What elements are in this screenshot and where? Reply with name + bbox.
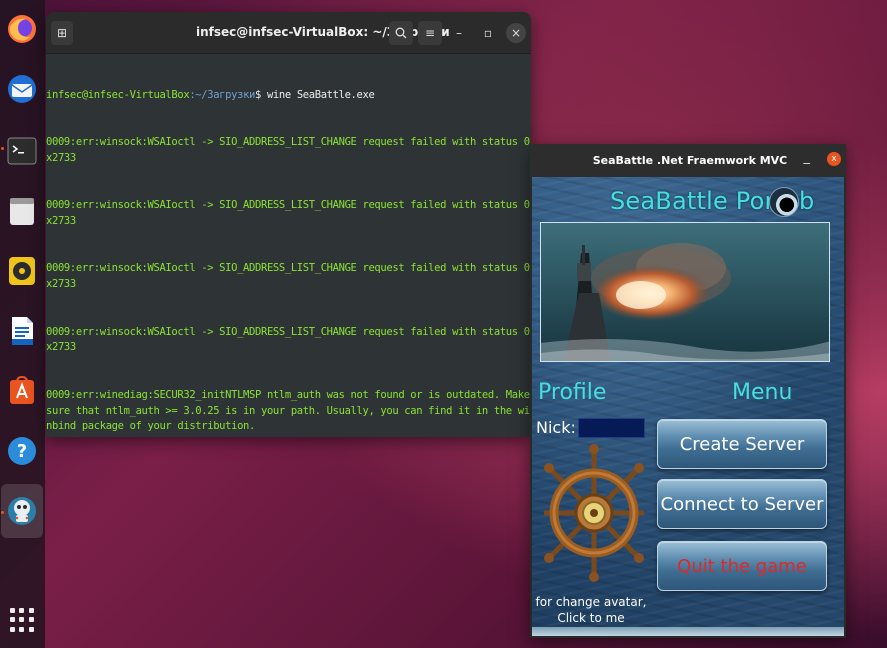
terminal-line: 0009:err:winsock:WSAIoctl -> SIO_ADDRESS… xyxy=(46,199,530,227)
terminal-icon[interactable] xyxy=(5,134,39,168)
close-icon[interactable]: × xyxy=(506,23,526,43)
search-icon[interactable] xyxy=(389,21,413,45)
terminal-output[interactable]: infsec@infsec-VirtualBox:~/Загрузки$ win… xyxy=(46,54,531,437)
wine-app-icon[interactable] xyxy=(5,494,39,528)
terminal-line: 0009:err:winsock:WSAIoctl -> SIO_ADDRESS… xyxy=(46,135,530,164)
terminal-line: 0009:err:winediag:SECUR32_initNTLMSP ntl… xyxy=(46,388,530,433)
seabattle-window-title: SeaBattle .Net Fraemwork MVC xyxy=(592,154,788,167)
rhythmbox-icon[interactable] xyxy=(5,254,39,288)
prompt-command: $ wine SeaBattle.exe xyxy=(255,88,375,101)
terminal-prompt-line: infsec@infsec-VirtualBox:~/Загрузки$ win… xyxy=(46,88,531,104)
seabattle-window[interactable]: SeaBattle .Net Fraemwork MVC _ x SeaBatt… xyxy=(530,144,846,638)
firefox-icon[interactable] xyxy=(5,12,39,46)
avatar-hint-line1: for change avatar, xyxy=(535,595,647,609)
prompt-user: infsec@infsec-VirtualBox xyxy=(46,88,190,101)
ship-wheel-avatar[interactable] xyxy=(532,443,663,591)
profile-label: Profile xyxy=(538,380,607,405)
help-icon[interactable]: ? xyxy=(5,434,39,468)
new-tab-icon[interactable]: ⊞ xyxy=(51,21,73,45)
create-server-button[interactable]: Create Server xyxy=(657,419,827,469)
prompt-path: :~/Загрузки xyxy=(189,88,256,101)
thunderbird-icon[interactable] xyxy=(5,72,39,106)
avatar-hint[interactable]: for change avatar, Click to me xyxy=(532,594,650,626)
close-icon[interactable]: x xyxy=(827,152,841,166)
minimize-icon[interactable]: _ xyxy=(804,150,811,165)
ubuntu-dock: ? xyxy=(0,0,45,648)
seabattle-client-area: SeaBattle Portab Profile Menu Nick: for … xyxy=(532,177,844,636)
terminal-line: 0009:err:winsock:WSAIoctl -> SIO_ADDRESS… xyxy=(46,262,530,291)
minimize-icon[interactable]: – xyxy=(447,21,471,45)
radar-icon xyxy=(769,187,799,217)
software-center-icon[interactable] xyxy=(5,373,39,407)
hamburger-menu-icon[interactable]: ≡ xyxy=(418,21,442,45)
terminal-titlebar[interactable]: ⊞ infsec@infsec-VirtualBox: ~/Загрузки ≡… xyxy=(46,12,531,54)
maximize-icon[interactable]: ▫ xyxy=(476,21,500,45)
terminal-line: 0009:err:winsock:WSAIoctl -> SIO_ADDRESS… xyxy=(46,325,530,354)
window-bottom-border xyxy=(532,627,844,636)
connect-to-server-button[interactable]: Connect to Server xyxy=(657,479,827,529)
quit-game-button[interactable]: Quit the game xyxy=(657,541,827,591)
avatar-hint-line2: Click to me xyxy=(557,611,625,625)
nick-input[interactable] xyxy=(578,418,645,438)
seabattle-titlebar[interactable]: SeaBattle .Net Fraemwork MVC _ x xyxy=(530,144,846,177)
battleship-image xyxy=(540,222,830,362)
terminal-window[interactable]: ⊞ infsec@infsec-VirtualBox: ~/Загрузки ≡… xyxy=(46,12,531,437)
libreoffice-writer-icon[interactable] xyxy=(5,314,39,348)
nick-label: Nick: xyxy=(536,418,576,437)
wine-running-indicator xyxy=(1,511,4,514)
svg-text:?: ? xyxy=(17,441,27,462)
menu-label: Menu xyxy=(732,380,793,405)
show-applications-icon[interactable] xyxy=(10,608,34,632)
files-icon[interactable] xyxy=(5,194,39,228)
terminal-running-indicator xyxy=(1,147,4,150)
